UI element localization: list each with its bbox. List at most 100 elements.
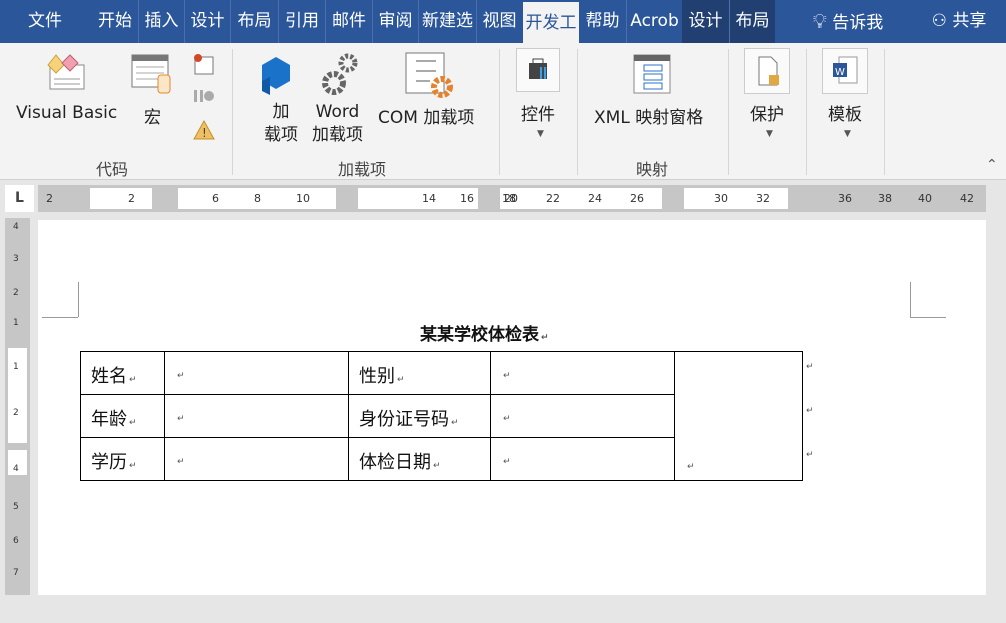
document-title[interactable]: 某某学校体检表 ↵ bbox=[420, 320, 549, 345]
ruler-tick-label: 1 bbox=[13, 362, 19, 372]
tell-me-search[interactable]: 💡︎ 告诉我 bbox=[788, 0, 908, 43]
ruler-tick-label: 16 bbox=[460, 192, 474, 205]
group-label-addins: 加载项 bbox=[338, 160, 387, 179]
lightbulb-icon: 💡︎ bbox=[812, 9, 827, 33]
crop-mark bbox=[78, 282, 79, 317]
tab-table-layout[interactable]: 布局 bbox=[729, 0, 775, 43]
controls-icon bbox=[516, 48, 560, 92]
health-check-table[interactable]: 姓名 ↵ ↵ 性别 ↵ ↵ ↵ 年龄 ↵ ↵ 身份证号码 ↵ ↵ 学历 ↵ ↵ 体检日期 ↵… bbox=[80, 351, 803, 481]
ruler-tick-label: 5 bbox=[13, 502, 19, 512]
ruler-tick-label: 1 bbox=[13, 318, 19, 328]
row-end-mark: ↵ bbox=[806, 362, 814, 372]
tab-file[interactable]: 文件 bbox=[10, 0, 80, 43]
ruler-tick-label: 3 bbox=[13, 254, 19, 264]
tab-stop-selector[interactable]: L bbox=[5, 185, 34, 212]
word-addins-button[interactable]: Word 加载项 bbox=[312, 101, 363, 147]
group-divider bbox=[884, 49, 885, 175]
addins-icon bbox=[262, 57, 290, 95]
horizontal-ruler[interactable]: 2 2 6 8 10 14 16 18 20 22 24 26 30 32 36 38 40 42 bbox=[38, 185, 986, 212]
com-addins-icon bbox=[405, 52, 453, 98]
dropdown-arrow-icon: ▼ bbox=[844, 129, 851, 139]
table-cell[interactable]: 年龄 ↵ bbox=[80, 394, 165, 438]
tab-help[interactable]: 帮助 bbox=[579, 0, 626, 43]
table-cell[interactable]: ↵ bbox=[164, 394, 349, 438]
row-end-mark: ↵ bbox=[806, 406, 814, 416]
ruler-tick-label: 2 bbox=[128, 192, 135, 205]
dropdown-arrow-icon: ▼ bbox=[766, 129, 773, 139]
table-cell[interactable]: ↵ bbox=[490, 351, 675, 395]
ruler-tick-label: 14 bbox=[422, 192, 436, 205]
table-row: 姓名 ↵ ↵ 性别 ↵ ↵ ↵ bbox=[80, 351, 803, 481]
vertical-ruler[interactable]: 4 3 2 1 1 2 4 5 6 7 bbox=[5, 218, 30, 595]
tab-insert[interactable]: 插入 bbox=[138, 0, 184, 43]
crop-mark bbox=[910, 282, 911, 317]
dropdown-arrow-icon: ▼ bbox=[537, 129, 544, 139]
tab-view[interactable]: 视图 bbox=[476, 0, 522, 43]
protect-button[interactable]: 保护 bbox=[750, 100, 784, 125]
table-cell[interactable]: 姓名 ↵ bbox=[80, 351, 165, 395]
addins-button[interactable]: 加载项 bbox=[264, 101, 298, 147]
ribbon: Visual Basic 宏 ! 代码 加载项 Word 加载项 COM 加载项 … bbox=[0, 43, 1006, 180]
com-addins-button[interactable]: COM 加载项 bbox=[378, 103, 474, 128]
table-cell[interactable]: 身份证号码 ↵ bbox=[348, 394, 491, 438]
table-cell[interactable]: ↵ bbox=[490, 394, 675, 438]
visual-basic-icon bbox=[47, 54, 85, 90]
tab-home[interactable]: 开始 bbox=[92, 0, 138, 43]
share-button[interactable]: ⚇ 共享 bbox=[918, 0, 1000, 43]
group-label-mapping: 映射 bbox=[636, 160, 669, 179]
word-addins-gear-icon bbox=[322, 53, 358, 95]
macro-security-icon[interactable]: ! bbox=[192, 119, 216, 141]
ruler-tick-label: 26 bbox=[630, 192, 644, 205]
protect-icon bbox=[744, 48, 790, 94]
table-cell[interactable]: ↵ bbox=[164, 437, 349, 481]
ruler-tick-label: 36 bbox=[838, 192, 852, 205]
ruler-tick-label: 2 bbox=[13, 408, 19, 418]
ruler-tick-label: 6 bbox=[212, 192, 219, 205]
tab-acrobat[interactable]: Acrob bbox=[626, 0, 682, 43]
table-cell[interactable]: 体检日期 ↵ bbox=[348, 437, 491, 481]
ruler-tick-label: 2 bbox=[13, 288, 19, 298]
ruler-tick-label: 20 bbox=[504, 192, 518, 205]
photo-cell[interactable]: ↵ bbox=[674, 351, 803, 481]
group-divider bbox=[806, 49, 807, 175]
tab-developer[interactable]: 开发工 bbox=[523, 2, 579, 43]
macros-button[interactable]: 宏 bbox=[144, 103, 161, 128]
ruler-tick-label: 8 bbox=[254, 192, 261, 205]
template-icon: W bbox=[822, 48, 868, 94]
crop-mark bbox=[42, 317, 78, 318]
tab-new[interactable]: 新建选 bbox=[418, 0, 476, 43]
ruler-tick-label: 22 bbox=[546, 192, 560, 205]
ruler-tick-label: 32 bbox=[756, 192, 770, 205]
crop-mark bbox=[910, 317, 946, 318]
collapse-ribbon-icon[interactable]: ⌃ bbox=[986, 157, 998, 173]
macros-icon bbox=[131, 54, 171, 94]
pause-recording-icon[interactable] bbox=[192, 87, 216, 105]
ruler-tick-label: 4 bbox=[13, 464, 19, 474]
ruler-tick-label: 6 bbox=[13, 536, 19, 546]
ruler-tick-label: 30 bbox=[714, 192, 728, 205]
table-cell[interactable]: 学历 ↵ bbox=[80, 437, 165, 481]
tab-table-design[interactable]: 设计 bbox=[682, 0, 729, 43]
visual-basic-button[interactable]: Visual Basic bbox=[16, 103, 117, 123]
tab-layout[interactable]: 布局 bbox=[230, 0, 278, 43]
ruler-tick-label: 7 bbox=[13, 568, 19, 578]
record-macro-icon[interactable] bbox=[192, 53, 216, 77]
table-cell[interactable]: 性别 ↵ bbox=[348, 351, 491, 395]
table-cell[interactable]: ↵ bbox=[490, 437, 675, 481]
tab-references[interactable]: 引用 bbox=[278, 0, 325, 43]
tab-review[interactable]: 审阅 bbox=[372, 0, 418, 43]
group-divider bbox=[577, 49, 578, 175]
ruler-tick-label: 38 bbox=[878, 192, 892, 205]
table-cell[interactable]: ↵ bbox=[164, 351, 349, 395]
group-divider bbox=[499, 49, 500, 175]
row-end-mark: ↵ bbox=[806, 450, 814, 460]
tab-design[interactable]: 设计 bbox=[184, 0, 230, 43]
template-button[interactable]: 模板 bbox=[828, 100, 862, 125]
xml-mapping-pane-button[interactable]: XML 映射窗格 bbox=[594, 103, 703, 128]
ruler-tick-label: 42 bbox=[960, 192, 974, 205]
tab-mailings[interactable]: 邮件 bbox=[325, 0, 372, 43]
ruler-tick-label: 2 bbox=[46, 192, 53, 205]
group-divider bbox=[728, 49, 729, 175]
controls-button[interactable]: 控件 bbox=[521, 100, 555, 125]
group-label-code: 代码 bbox=[96, 160, 129, 179]
